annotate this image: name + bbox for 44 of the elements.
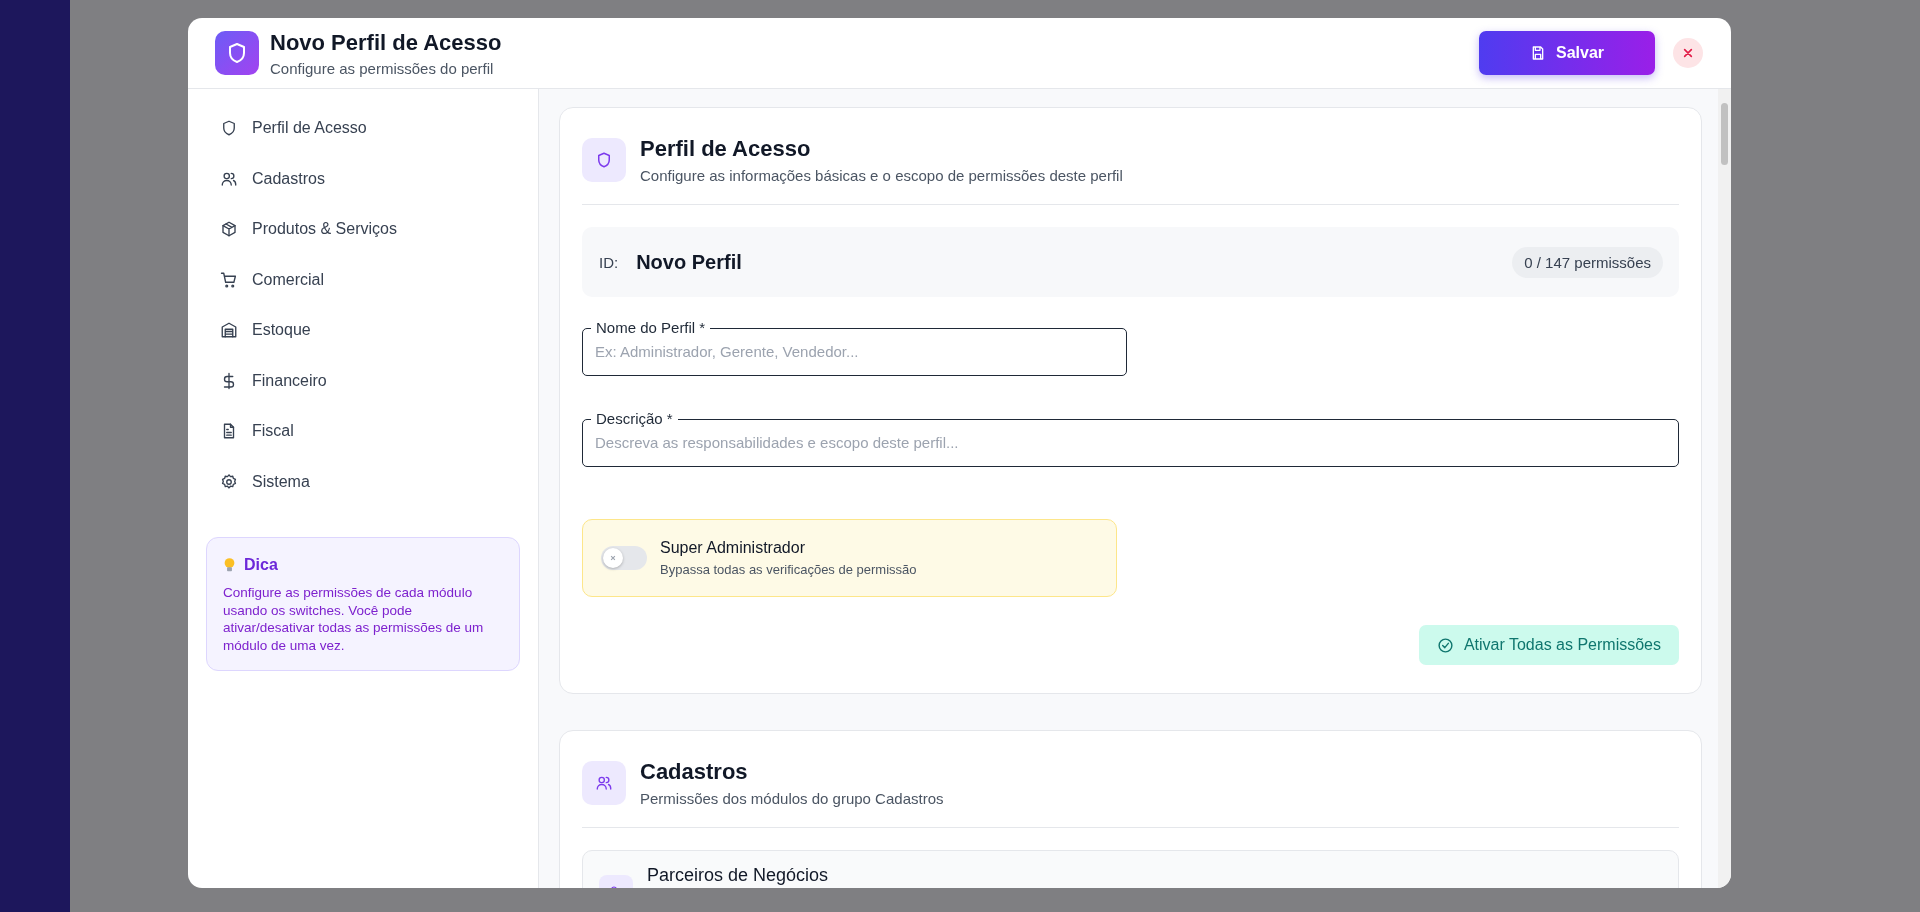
input-field[interactable]: Descrição * Descreva as responsabilidades e escopo deste perfil... bbox=[582, 410, 1679, 467]
cart-icon bbox=[220, 270, 238, 289]
modal-title: Novo Perfil de Acesso bbox=[270, 29, 503, 56]
sidebar-item[interactable]: Cadastros bbox=[206, 153, 520, 204]
save-button[interactable]: Salvar bbox=[1479, 31, 1655, 75]
text-input[interactable]: Ex: Administrador, Gerente, Vendedor... bbox=[583, 337, 1126, 360]
lightbulb-icon bbox=[223, 556, 236, 574]
toggle-switch[interactable] bbox=[601, 546, 647, 570]
profile-name: Novo Perfil bbox=[636, 250, 743, 274]
field-label: Nome do Perfil * bbox=[595, 319, 707, 337]
permission-count: 0 / 147 permissões bbox=[1512, 246, 1663, 278]
text-input[interactable]: Descreva as responsabilidades e escopo deste perfil... bbox=[583, 428, 1678, 451]
tip-text: Configure as permissões de cada módulo usando os switches. Você pode ativar/desativar todas as permissões de um módulo de uma vez. bbox=[223, 584, 485, 654]
sidebar-item[interactable]: Fiscal bbox=[206, 406, 520, 457]
settings-icon bbox=[220, 472, 238, 491]
sidebar-item[interactable]: Perfil de Acesso bbox=[206, 103, 520, 154]
x-icon bbox=[610, 555, 616, 561]
section-title: Cadastros bbox=[640, 759, 749, 785]
field-label: Descrição * bbox=[595, 410, 674, 428]
shield-icon bbox=[215, 31, 259, 75]
tip-title: Dica bbox=[244, 556, 278, 574]
section-subtitle: Configure as informações básicas e o escopo de permissões deste perfil bbox=[640, 167, 1123, 184]
scrollbar-thumb[interactable] bbox=[1721, 103, 1728, 165]
module-name: Parceiros de Negócios bbox=[647, 865, 829, 886]
check-circle-icon bbox=[1436, 636, 1454, 654]
close-button[interactable] bbox=[1673, 38, 1703, 68]
shield-icon bbox=[582, 138, 626, 182]
sidebar-item[interactable]: Financeiro bbox=[206, 355, 520, 406]
box-icon bbox=[220, 220, 238, 239]
sidebar-item[interactable]: Sistema bbox=[206, 456, 520, 507]
sidebar-item[interactable]: Produtos & Serviços bbox=[206, 204, 520, 255]
super-admin-description: Bypassa todas as verificações de permissão bbox=[660, 562, 917, 577]
enable-all-button[interactable]: Ativar Todas as Permissões bbox=[1418, 625, 1679, 665]
input-field[interactable]: Nome do Perfil * Ex: Administrador, Gerente, Vendedor... bbox=[582, 319, 1127, 376]
section-subtitle: Permissões dos módulos do grupo Cadastros bbox=[640, 790, 944, 807]
sidebar-item[interactable]: Comercial bbox=[206, 254, 520, 305]
warehouse-icon bbox=[220, 321, 238, 340]
modal-subtitle: Configure as permissões do perfil bbox=[270, 59, 495, 77]
close-icon bbox=[1683, 48, 1693, 58]
sidebar-item[interactable]: Estoque bbox=[206, 305, 520, 356]
section-title: Perfil de Acesso bbox=[640, 136, 812, 162]
shield-icon bbox=[220, 119, 238, 138]
id-label: ID: bbox=[599, 253, 619, 271]
super-admin-title: Super Administrador bbox=[660, 539, 806, 557]
